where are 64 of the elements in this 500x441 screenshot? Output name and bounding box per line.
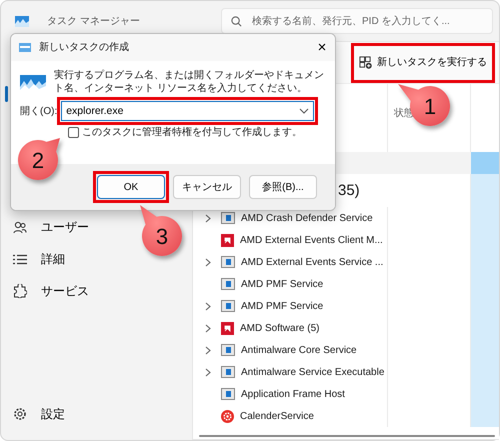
app-icon: [221, 234, 234, 246]
process-name[interactable]: Antimalware Core Service: [241, 342, 357, 358]
sidebar-item[interactable]: ユーザー: [1, 211, 95, 243]
process-name[interactable]: AMD External Events Service ...: [241, 254, 384, 270]
table-cell: [471, 152, 499, 174]
app-icon: [15, 16, 29, 26]
table-cell: [471, 405, 499, 427]
users-icon: [13, 220, 27, 234]
process-name[interactable]: AMD PMF Service: [241, 298, 324, 314]
window-icon: [221, 344, 235, 356]
checkbox[interactable]: [68, 127, 79, 138]
process-name[interactable]: AMD External Events Client M...: [240, 232, 383, 248]
callout-bubble: [18, 138, 60, 180]
window-icon: [221, 278, 235, 290]
app-icon: [221, 322, 234, 334]
dialog-title: 新しいタスクの作成: [39, 40, 129, 55]
window-icon: [221, 300, 235, 312]
window-icon: [221, 388, 235, 400]
process-name[interactable]: AMD Crash Defender Service: [241, 210, 373, 226]
table-cell: [471, 174, 499, 207]
callout-bubble: [140, 205, 182, 256]
description-text: 実行するプログラム名、または開くフォルダーやドキュメント名、インターネット リソース名を入力してください。: [54, 69, 325, 95]
list-icon: [13, 254, 27, 264]
process-name[interactable]: CalenderService: [240, 408, 314, 424]
callout-number: 1: [424, 94, 436, 119]
sidebar-item[interactable]: サービス: [1, 275, 95, 307]
expand-chevron-icon[interactable]: [205, 368, 211, 376]
process-name[interactable]: Antimalware Service Executable: [241, 364, 384, 380]
expand-chevron-icon[interactable]: [205, 258, 211, 266]
run-icon: [20, 75, 46, 95]
dialog-button[interactable]: キャンセル: [173, 175, 241, 199]
dropdown-icon[interactable]: [299, 108, 310, 114]
sidebar-item[interactable]: 詳細: [1, 243, 71, 275]
process-name[interactable]: AMD PMF Service: [241, 276, 324, 292]
window-icon: [221, 212, 235, 224]
scrollbar[interactable]: [199, 435, 495, 437]
expand-chevron-icon[interactable]: [205, 324, 211, 332]
search-icon: [231, 16, 242, 27]
window-title: タスク マネージャー: [47, 14, 140, 28]
open-field[interactable]: explorer.exe: [61, 101, 314, 121]
dialog-button[interactable]: 参照(B)...: [249, 175, 317, 199]
field-label: 開く(O):: [20, 104, 58, 118]
selection-indicator: [5, 86, 8, 102]
window-icon: [221, 256, 235, 268]
dialog-button[interactable]: OK: [97, 175, 165, 199]
callout-number: 3: [156, 224, 168, 249]
puzzle-icon: [13, 284, 27, 298]
search-field[interactable]: 検索する名前、発行元、PID を入力してく...: [221, 8, 493, 34]
sidebar-item[interactable]: 設定: [1, 398, 71, 430]
checkbox-label[interactable]: このタスクに管理者特権を付与して作成します。: [82, 125, 302, 140]
expand-chevron-icon[interactable]: [205, 302, 211, 310]
new-task-icon: [359, 56, 372, 69]
dialog-icon: [19, 43, 31, 52]
process-name[interactable]: AMD Software (5): [240, 320, 320, 336]
process-name[interactable]: Application Frame Host: [241, 386, 345, 402]
new-task-button[interactable]: 新しいタスクを実行する: [355, 46, 491, 78]
callout-number: 2: [32, 148, 44, 173]
gear-icon: [221, 410, 234, 422]
window-icon: [221, 366, 235, 378]
expand-chevron-icon[interactable]: [205, 214, 211, 222]
expand-chevron-icon[interactable]: [205, 346, 211, 354]
settings-icon: [13, 407, 27, 421]
close-button[interactable]: ×: [309, 40, 335, 55]
group-heading: 35): [338, 181, 360, 201]
